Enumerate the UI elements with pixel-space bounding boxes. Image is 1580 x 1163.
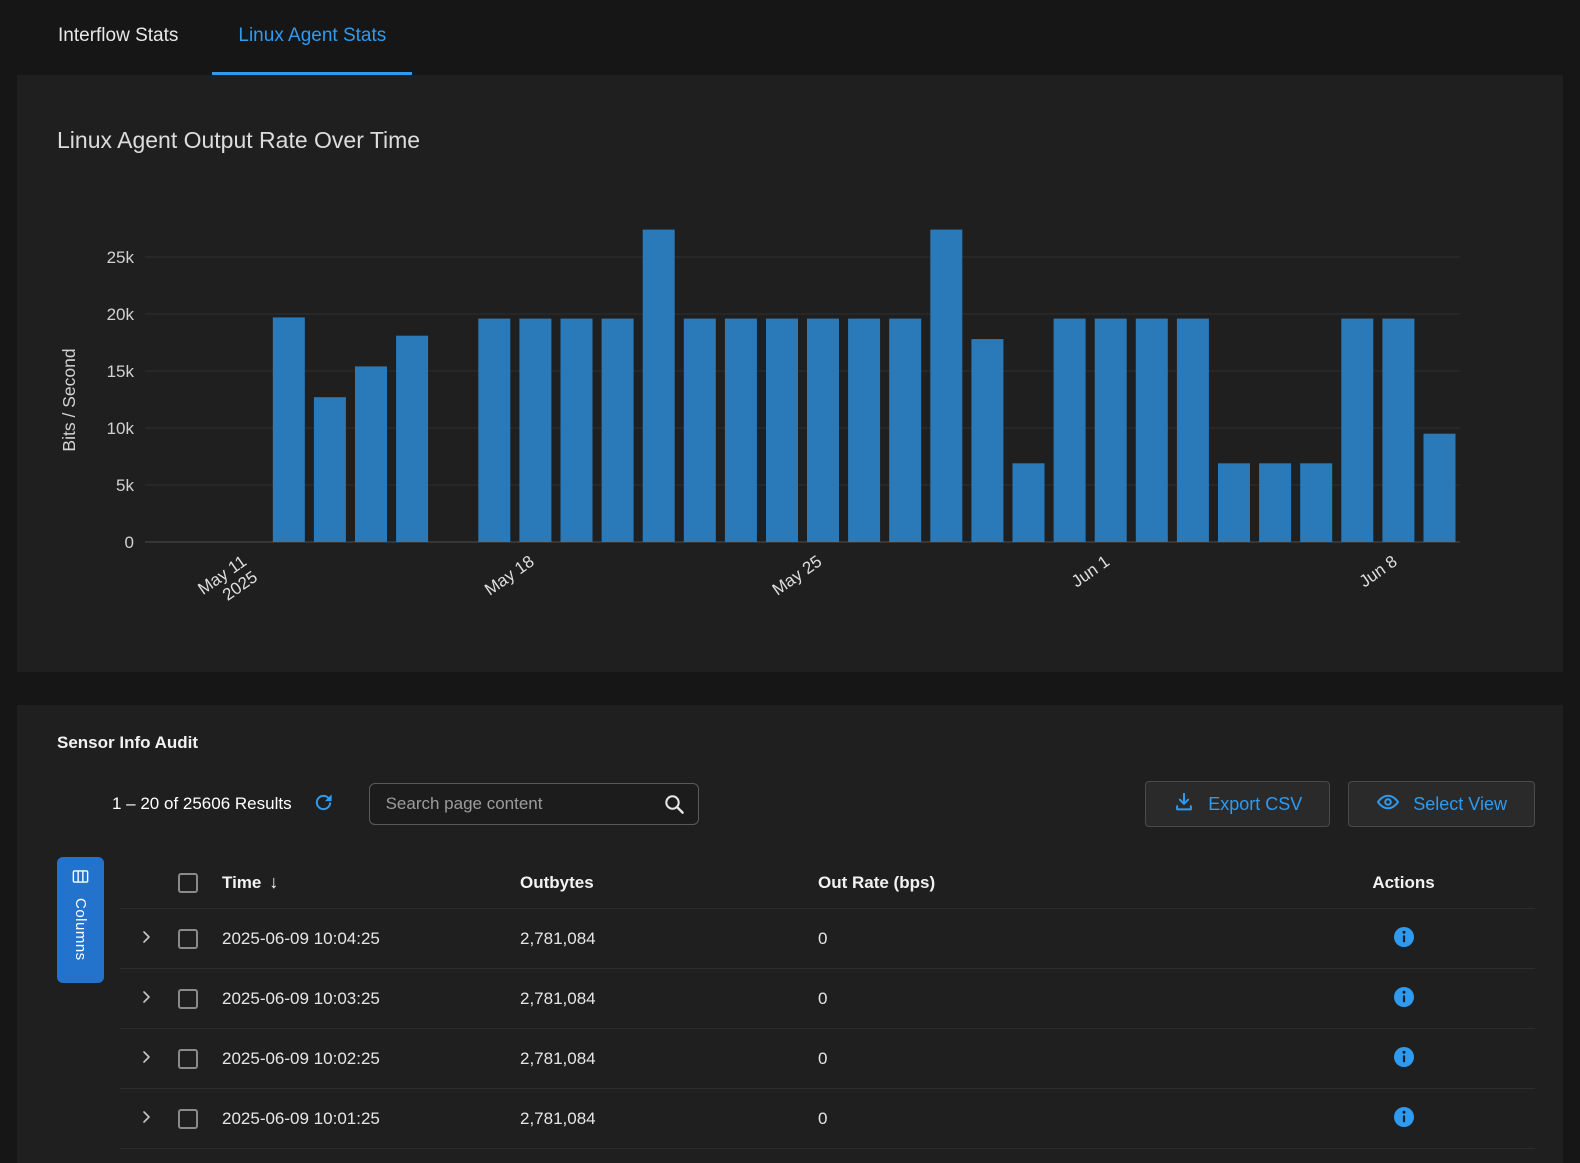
column-header-outbytes[interactable]: Outbytes xyxy=(514,873,812,893)
table-toolbar: 1 – 20 of 25606 Results xyxy=(57,781,1535,827)
output-rate-bar-chart: 0 5k 10k 15k 20k 25k May 112025 May 18 May 25 Jun… xyxy=(57,210,1523,652)
svg-text:15k: 15k xyxy=(107,362,135,381)
cell-outbytes: 2,781,084 xyxy=(514,989,812,1009)
table-row: 2025-06-09 10:04:25 2,781,084 0 xyxy=(120,909,1535,969)
columns-button-label: Columns xyxy=(72,898,89,961)
sort-desc-icon: ↓ xyxy=(269,872,278,892)
bar-chart-canvas: 0 5k 10k 15k 20k 25k May 112025 May 18 May 25 Jun… xyxy=(57,210,1523,652)
cell-time: 2025-06-09 10:04:25 xyxy=(216,929,514,949)
tab-label: Linux Agent Stats xyxy=(238,25,386,47)
sensor-info-audit-panel: Sensor Info Audit 1 – 20 of 25606 Result… xyxy=(17,705,1563,1163)
refresh-icon xyxy=(312,791,335,817)
tab-label: Interflow Stats xyxy=(58,25,178,47)
column-header-actions: Actions xyxy=(1272,873,1535,893)
svg-text:Jun 8: Jun 8 xyxy=(1356,552,1401,591)
svg-text:May 112025: May 112025 xyxy=(194,552,260,614)
export-csv-button[interactable]: Export CSV xyxy=(1145,781,1330,827)
row-checkbox[interactable] xyxy=(178,1109,198,1129)
svg-text:Bits / Second: Bits / Second xyxy=(59,348,79,451)
chevron-right-icon xyxy=(138,929,154,948)
info-icon xyxy=(1393,926,1415,951)
eye-icon xyxy=(1376,790,1400,819)
chart-panel: Linux Agent Output Rate Over Time 0 5k 10k… xyxy=(17,75,1563,672)
columns-icon xyxy=(71,867,90,889)
refresh-button[interactable] xyxy=(310,789,337,819)
results-summary: 1 – 20 of 25606 Results xyxy=(112,794,292,814)
expand-row-button[interactable] xyxy=(120,989,160,1008)
search-input[interactable] xyxy=(369,783,699,825)
svg-text:0: 0 xyxy=(125,533,134,552)
chevron-right-icon xyxy=(138,1109,154,1128)
export-csv-label: Export CSV xyxy=(1208,794,1302,815)
top-tab-bar: Interflow Stats Linux Agent Stats xyxy=(0,0,1580,75)
cell-out-rate: 0 xyxy=(812,929,1272,949)
expand-row-button[interactable] xyxy=(120,1049,160,1068)
cell-out-rate: 0 xyxy=(812,1109,1272,1129)
select-view-button[interactable]: Select View xyxy=(1348,781,1535,827)
cell-outbytes: 2,781,084 xyxy=(514,1109,812,1129)
svg-text:May 25: May 25 xyxy=(769,552,826,600)
cell-time: 2025-06-09 10:02:25 xyxy=(216,1049,514,1069)
tab-interflow-stats[interactable]: Interflow Stats xyxy=(32,0,204,75)
svg-text:10k: 10k xyxy=(107,419,135,438)
svg-text:May 18: May 18 xyxy=(481,552,538,600)
row-checkbox[interactable] xyxy=(178,929,198,949)
tab-linux-agent-stats[interactable]: Linux Agent Stats xyxy=(212,0,412,75)
cell-outbytes: 2,781,084 xyxy=(514,1049,812,1069)
table-header-row: Time ↓ Outbytes Out Rate (bps) Actions xyxy=(120,857,1535,909)
cell-outbytes: 2,781,084 xyxy=(514,929,812,949)
table-row: 2025-06-09 10:03:25 2,781,084 0 xyxy=(120,969,1535,1029)
table-row: 2025-06-09 10:02:25 2,781,084 0 xyxy=(120,1029,1535,1089)
column-header-out-rate[interactable]: Out Rate (bps) xyxy=(812,873,1272,893)
sensor-info-table: Time ↓ Outbytes Out Rate (bps) Actions 20… xyxy=(120,857,1535,1149)
row-info-button[interactable] xyxy=(1393,926,1415,951)
svg-text:Jun 1: Jun 1 xyxy=(1068,552,1113,591)
column-label: Time xyxy=(222,873,261,892)
info-icon xyxy=(1393,986,1415,1011)
table-region: Columns Time ↓ Outbytes Out Rate (bps) Ac… xyxy=(57,857,1535,1149)
svg-text:5k: 5k xyxy=(116,476,134,495)
row-info-button[interactable] xyxy=(1393,1046,1415,1071)
column-header-time[interactable]: Time ↓ xyxy=(216,872,514,893)
chart-title: Linux Agent Output Rate Over Time xyxy=(57,75,1523,154)
table-title: Sensor Info Audit xyxy=(57,733,1535,753)
info-icon xyxy=(1393,1106,1415,1131)
expand-row-button[interactable] xyxy=(120,1109,160,1128)
search-container xyxy=(369,783,699,825)
row-checkbox[interactable] xyxy=(178,989,198,1009)
svg-text:25k: 25k xyxy=(107,248,135,267)
select-all-checkbox[interactable] xyxy=(178,873,198,893)
svg-text:20k: 20k xyxy=(107,305,135,324)
chevron-right-icon xyxy=(138,1049,154,1068)
cell-out-rate: 0 xyxy=(812,989,1272,1009)
cell-time: 2025-06-09 10:01:25 xyxy=(216,1109,514,1129)
row-info-button[interactable] xyxy=(1393,986,1415,1011)
table-row: 2025-06-09 10:01:25 2,781,084 0 xyxy=(120,1089,1535,1149)
select-view-label: Select View xyxy=(1413,794,1507,815)
row-info-button[interactable] xyxy=(1393,1106,1415,1131)
download-icon xyxy=(1173,791,1195,818)
columns-button[interactable]: Columns xyxy=(57,857,104,983)
chevron-right-icon xyxy=(138,989,154,1008)
expand-row-button[interactable] xyxy=(120,929,160,948)
cell-out-rate: 0 xyxy=(812,1049,1272,1069)
cell-time: 2025-06-09 10:03:25 xyxy=(216,989,514,1009)
info-icon xyxy=(1393,1046,1415,1071)
row-checkbox[interactable] xyxy=(178,1049,198,1069)
